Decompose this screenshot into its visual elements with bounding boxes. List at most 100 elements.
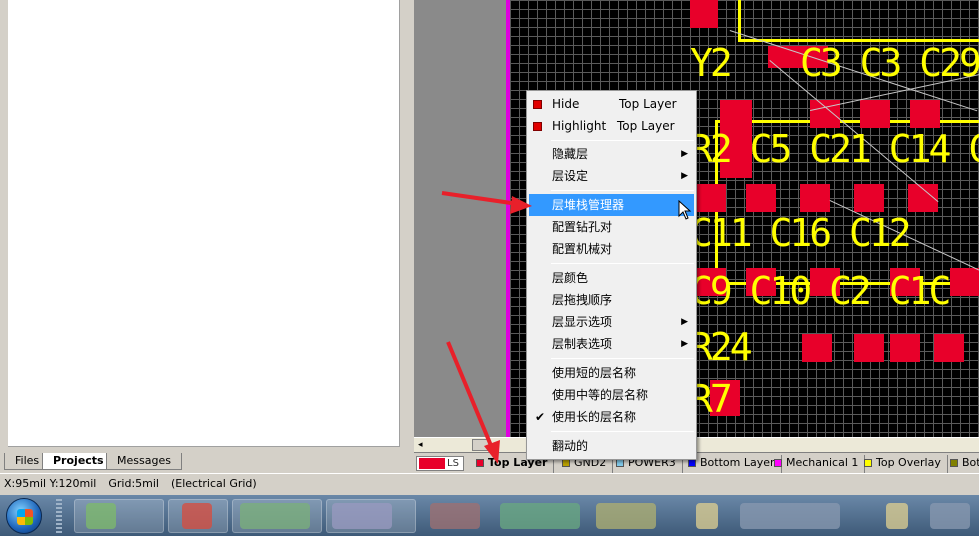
pad [934, 334, 964, 362]
app-icon [240, 503, 310, 529]
menu-item-flipped[interactable]: 翻动的 [529, 435, 694, 457]
layer-swatch [688, 459, 696, 467]
grid-mode: (Electrical Grid) [170, 477, 257, 490]
designator: Y2 [690, 41, 733, 85]
menu-item-layer-stack-manager[interactable]: 层堆栈管理器 [529, 194, 694, 216]
tab-messages[interactable]: Messages [106, 453, 182, 470]
project-tree-area[interactable] [8, 0, 400, 447]
pad [890, 334, 920, 362]
layer-tab-bot[interactable]: Bot [946, 455, 979, 473]
menu-item-mechanical-pairs[interactable]: 配置机械对 [529, 238, 694, 260]
layer-tab-label: Bottom Layer [700, 456, 775, 469]
scroll-left-icon[interactable]: ◂ [418, 438, 423, 452]
checkmark-icon: ✔ [535, 410, 546, 424]
pad [802, 334, 832, 362]
windows-logo-icon [17, 509, 33, 525]
menu-item-layer: Top Layer [617, 119, 675, 133]
pad [690, 0, 718, 28]
menu-item-highlight-top-layer[interactable]: Highlight Top Layer [529, 115, 694, 137]
app-icon [696, 503, 718, 529]
status-bar: X:95mil Y:120mil Grid:5mil (Electrical Gri… [0, 473, 979, 495]
taskbar-grip[interactable] [56, 499, 62, 533]
layer-color-swatch [533, 100, 542, 109]
menu-item-layer-display-options[interactable]: 层显示选项 ▶ [529, 311, 694, 333]
menu-separator [551, 431, 694, 432]
menu-item-hide-top-layer[interactable]: Hide Top Layer [529, 93, 694, 115]
layer-tab-bottom-layer[interactable]: Bottom Layer [684, 455, 782, 473]
layer-swatch [864, 459, 872, 467]
menu-item-label: 层颜色 [552, 271, 589, 285]
designator: C9 C10 C2 C1C [690, 269, 951, 313]
menu-separator [551, 263, 694, 264]
pad [854, 334, 884, 362]
designator: R2 C5 C21 C14 C16 C1 [690, 127, 979, 171]
menu-item-label: 使用长的层名称 [552, 410, 637, 424]
menu-item-label: Hide [552, 97, 580, 111]
menu-item-short-layer-names[interactable]: 使用短的层名称 [529, 362, 694, 384]
menu-item-layer-drag-order[interactable]: 层拖拽顺序 [529, 289, 694, 311]
layer-tab-mechanical-1[interactable]: Mechanical 1 [770, 455, 866, 473]
menu-item-layer-settings[interactable]: 层设定 ▶ [529, 165, 694, 187]
layer-context-menu: Hide Top Layer Highlight Top Layer 隐藏层 ▶ 层设… [526, 90, 697, 460]
windows-taskbar [0, 495, 979, 536]
menu-item-label: 层堆栈管理器 [552, 198, 625, 212]
tab-projects[interactable]: Projects [42, 453, 115, 470]
menu-item-label: 使用中等的层名称 [552, 388, 649, 402]
app-icon [886, 503, 908, 529]
designator: R24 [690, 325, 753, 369]
layer-tab-label: Mechanical 1 [786, 456, 859, 469]
pad [746, 184, 776, 212]
menu-item-hide-layers[interactable]: 隐藏层 ▶ [529, 143, 694, 165]
app-icon [86, 503, 116, 529]
pad [860, 100, 890, 128]
menu-item-label: 使用短的层名称 [552, 366, 637, 380]
submenu-arrow-icon: ▶ [681, 339, 688, 349]
menu-item-label: 翻动的 [552, 439, 589, 453]
menu-item-label: 层设定 [552, 169, 589, 183]
submenu-arrow-icon: ▶ [681, 171, 688, 181]
menu-item-medium-layer-names[interactable]: 使用中等的层名称 [529, 384, 694, 406]
layer-swatch [616, 459, 624, 467]
menu-item-label: 配置钻孔对 [552, 220, 613, 234]
designator: C3 C3 C29 [800, 41, 979, 85]
app-icon [332, 503, 392, 529]
mouse-pointer-icon [678, 200, 692, 220]
pad [854, 184, 884, 212]
layer-tab-top-overlay[interactable]: Top Overlay [860, 455, 948, 473]
menu-item-layer: Top Layer [619, 97, 677, 111]
scroll-thumb[interactable] [472, 439, 490, 451]
layer-tab-label: Top Overlay [876, 456, 941, 469]
menu-item-label: 配置机械对 [552, 242, 613, 256]
silk-outline [738, 0, 979, 42]
app-icon [930, 503, 970, 529]
menu-separator [551, 190, 694, 191]
layer-swatch [476, 459, 484, 467]
menu-item-label: Highlight [552, 119, 607, 133]
menu-item-layer-colors[interactable]: 层颜色 [529, 267, 694, 289]
menu-separator [551, 140, 694, 141]
layer-tab-label: Bot [962, 456, 979, 469]
app-icon [430, 503, 480, 529]
menu-item-label: 隐藏层 [552, 147, 589, 161]
pad [800, 184, 830, 212]
app-icon [740, 503, 840, 529]
pad [696, 184, 726, 212]
menu-item-label: 层拖拽顺序 [552, 293, 613, 307]
menu-item-drill-pairs[interactable]: 配置钻孔对 [529, 216, 694, 238]
panel-tabs: Files Projects Messages [0, 453, 410, 471]
app-icon [500, 503, 580, 529]
layer-swatch [950, 459, 958, 467]
menu-item-long-layer-names[interactable]: ✔ 使用长的层名称 [529, 406, 694, 428]
menu-item-label: 层显示选项 [552, 315, 613, 329]
grid-size: Grid:5mil [108, 477, 159, 490]
start-button[interactable] [6, 498, 42, 534]
current-layer-swatch [419, 458, 445, 469]
layer-swatch [774, 459, 782, 467]
ls-label: LS [447, 458, 459, 469]
designator: C11 C16 C12 [690, 211, 912, 255]
submenu-arrow-icon: ▶ [681, 317, 688, 327]
menu-separator [551, 358, 694, 359]
submenu-arrow-icon: ▶ [681, 149, 688, 159]
current-layer-indicator[interactable]: LS [416, 456, 464, 471]
menu-item-layer-tab-options[interactable]: 层制表选项 ▶ [529, 333, 694, 355]
